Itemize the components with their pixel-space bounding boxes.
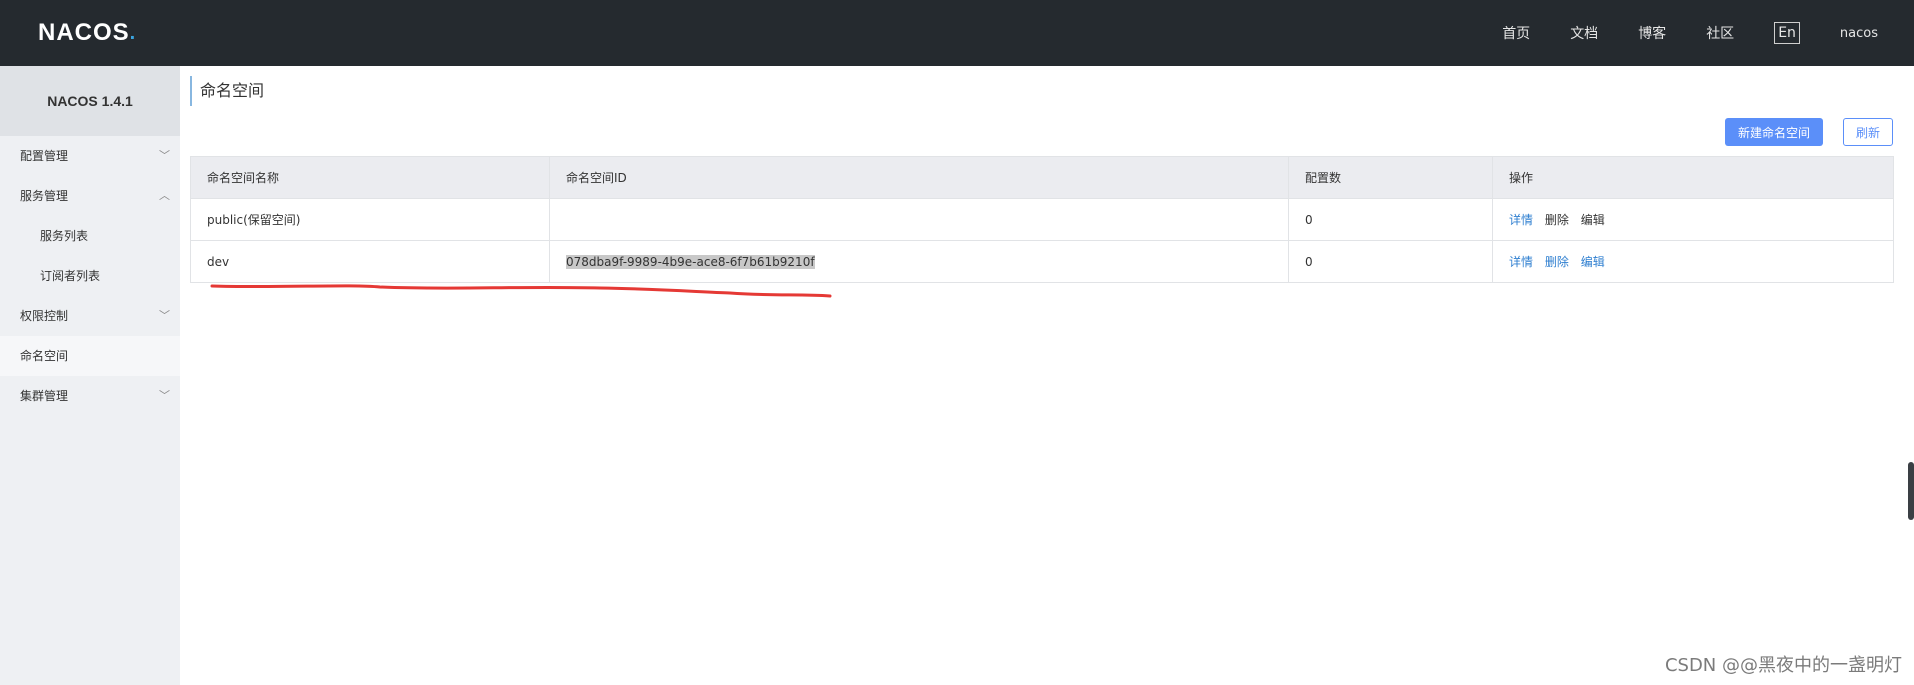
sidebar-item-label: 服务管理 — [20, 189, 69, 203]
sidebar-item-config[interactable]: 配置管理 ﹀ — [0, 136, 180, 176]
delete-link[interactable]: 删除 — [1545, 255, 1569, 269]
table-header-row: 命名空间名称 命名空间ID 配置数 操作 — [190, 156, 1894, 199]
edit-link[interactable]: 编辑 — [1581, 255, 1605, 269]
sidebar-item-label: 命名空间 — [20, 349, 69, 363]
nacos-logo[interactable]: NACOS. — [38, 18, 136, 48]
namespace-table: 命名空间名称 命名空间ID 配置数 操作 public(保留空间) 0 详情 删… — [190, 156, 1894, 283]
sidebar-item-label: 配置管理 — [20, 149, 69, 163]
sidebar-item-subscribers[interactable]: 订阅者列表 — [0, 256, 180, 296]
edit-link[interactable]: 编辑 — [1581, 213, 1605, 227]
chevron-down-icon: ﹀ — [159, 149, 170, 162]
cell-id[interactable]: 078dba9f-9989-4b9e-ace8-6f7b61b9210f — [549, 240, 1289, 283]
cell-count: 0 — [1288, 198, 1493, 241]
top-nav: 首页 文档 博客 社区 En nacos — [1462, 0, 1878, 66]
csdn-watermark: CSDN @@黑夜中的一盏明灯 — [1664, 655, 1902, 676]
table-row: public(保留空间) 0 详情 删除 编辑 — [190, 198, 1894, 241]
nav-blog[interactable]: 博客 — [1638, 23, 1666, 43]
red-annotation-underline — [210, 284, 832, 298]
page-title: 命名空间 — [190, 76, 264, 106]
cell-ops: 详情 删除 编辑 — [1492, 198, 1894, 241]
language-switch[interactable]: En — [1774, 22, 1800, 44]
scrollbar-thumb[interactable] — [1908, 462, 1914, 520]
cell-count: 0 — [1288, 240, 1493, 283]
logo-text: NACOS — [38, 19, 130, 46]
sidebar-item-cluster[interactable]: 集群管理 ﹀ — [0, 376, 180, 416]
main-content: 命名空间 新建命名空间 刷新 命名空间名称 命名空间ID 配置数 操作 publ… — [180, 66, 1914, 685]
nav-docs[interactable]: 文档 — [1570, 23, 1598, 43]
delete-link[interactable]: 删除 — [1545, 213, 1569, 227]
table-row: dev 078dba9f-9989-4b9e-ace8-6f7b61b9210f… — [190, 240, 1894, 283]
chevron-up-icon: ︿ — [159, 189, 170, 202]
top-navbar: NACOS. 首页 文档 博客 社区 En nacos — [0, 0, 1914, 66]
sidebar-item-label: 权限控制 — [20, 309, 69, 323]
sidebar-item-label: 订阅者列表 — [40, 269, 101, 283]
sidebar-item-label: 集群管理 — [20, 389, 69, 403]
sidebar-version: NACOS 1.4.1 — [0, 66, 180, 136]
sidebar-item-service[interactable]: 服务管理 ︿ — [0, 176, 180, 216]
sidebar-item-auth[interactable]: 权限控制 ﹀ — [0, 296, 180, 336]
col-header-id: 命名空间ID — [549, 156, 1289, 199]
sidebar: NACOS 1.4.1 配置管理 ﹀ 服务管理 ︿ 服务列表 订阅者列表 权限控… — [0, 66, 180, 685]
namespace-id-selected[interactable]: 078dba9f-9989-4b9e-ace8-6f7b61b9210f — [566, 254, 815, 269]
chevron-down-icon: ﹀ — [159, 309, 170, 322]
cell-ops: 详情 删除 编辑 — [1492, 240, 1894, 283]
refresh-button[interactable]: 刷新 — [1843, 118, 1893, 146]
sidebar-item-namespace[interactable]: 命名空间 — [0, 336, 180, 376]
col-header-name: 命名空间名称 — [190, 156, 550, 199]
col-header-count: 配置数 — [1288, 156, 1493, 199]
user-menu[interactable]: nacos — [1840, 26, 1878, 41]
new-namespace-button[interactable]: 新建命名空间 — [1725, 118, 1823, 146]
nav-community[interactable]: 社区 — [1706, 23, 1734, 43]
detail-link[interactable]: 详情 — [1509, 255, 1533, 269]
cell-name: public(保留空间) — [190, 198, 550, 241]
chevron-down-icon: ﹀ — [159, 389, 170, 402]
detail-link[interactable]: 详情 — [1509, 213, 1533, 227]
sidebar-item-label: 服务列表 — [40, 229, 89, 243]
cell-name: dev — [190, 240, 550, 283]
cell-id — [549, 198, 1289, 241]
sidebar-item-service-list[interactable]: 服务列表 — [0, 216, 180, 256]
col-header-ops: 操作 — [1492, 156, 1894, 199]
logo-dot-icon: . — [129, 22, 137, 44]
nav-home[interactable]: 首页 — [1502, 23, 1530, 43]
